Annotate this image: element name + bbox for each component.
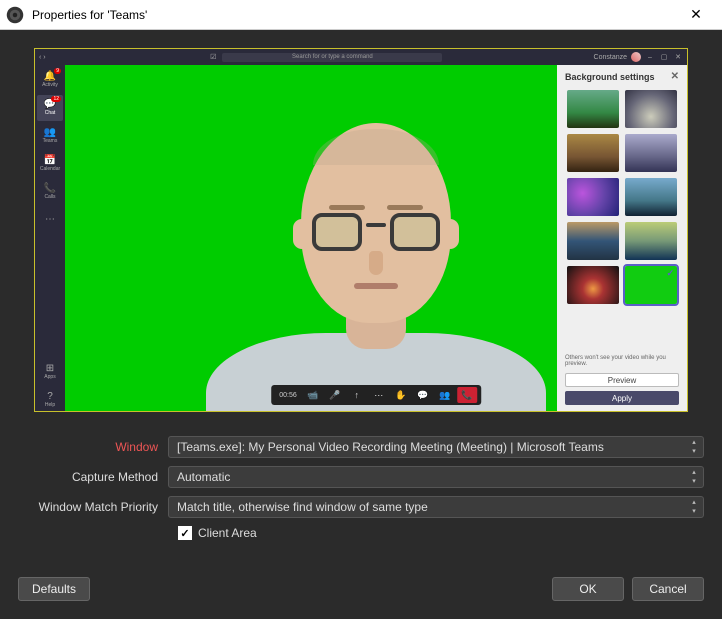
window-value: [Teams.exe]: My Personal Video Recording… [177, 440, 604, 454]
client-area-label: Client Area [198, 526, 257, 540]
client-area-checkbox[interactable]: ✓ [178, 526, 192, 540]
defaults-button[interactable]: Defaults [18, 577, 90, 601]
rail-calls[interactable]: 📞Calls [37, 179, 63, 205]
bg-option-3[interactable] [625, 134, 677, 172]
bg-option-8[interactable] [567, 266, 619, 304]
rail-help[interactable]: ?Help [37, 387, 63, 412]
teams-search-input[interactable]: Search for or type a command [222, 53, 442, 62]
share-icon[interactable]: ↑ [347, 387, 367, 403]
obs-icon [6, 6, 24, 24]
avatar[interactable] [631, 52, 641, 62]
window-select[interactable]: [Teams.exe]: My Personal Video Recording… [168, 436, 704, 458]
people-icon[interactable]: 👥 [435, 387, 455, 403]
priority-select[interactable]: Match title, otherwise find window of sa… [168, 496, 704, 518]
capture-label: Capture Method [18, 470, 168, 484]
background-settings-panel: Background settings ✕ [557, 65, 687, 412]
teams-back-icon[interactable]: ‹ › [39, 54, 59, 61]
maximize-icon[interactable]: ▢ [659, 52, 669, 62]
teams-new-icon[interactable]: ☑ [210, 53, 216, 61]
bg-note: Others won't see your video while you pr… [557, 355, 687, 371]
video-area: 00:56 📹 🎤 ↑ ⋯ ✋ 💬 👥 📞 ☖ Background setti… [65, 65, 687, 412]
window-close-icon[interactable]: ✕ [673, 52, 683, 62]
dialog-body: ‹ › ☑ Search for or type a command Const… [0, 30, 722, 619]
bg-option-7[interactable] [625, 222, 677, 260]
spinner-icon[interactable]: ▴▾ [687, 468, 701, 486]
bg-panel-title: Background settings [565, 72, 655, 82]
cancel-button[interactable]: Cancel [632, 577, 704, 601]
minimize-icon[interactable]: – [645, 52, 655, 62]
rail-more[interactable]: ⋯ [37, 207, 63, 233]
dialog-title: Properties for 'Teams' [32, 8, 676, 22]
raise-hand-icon[interactable]: ✋ [391, 387, 411, 403]
capture-value: Automatic [177, 470, 230, 484]
bg-option-4[interactable] [567, 178, 619, 216]
more-icon[interactable]: ⋯ [369, 387, 389, 403]
capture-preview: ‹ › ☑ Search for or type a command Const… [34, 48, 688, 412]
bg-option-9-selected[interactable] [625, 266, 677, 304]
capture-select[interactable]: Automatic ▴▾ [168, 466, 704, 488]
meeting-time: 00:56 [275, 387, 301, 403]
spinner-icon[interactable]: ▴▾ [687, 498, 701, 516]
rail-apps[interactable]: ⊞Apps [37, 359, 63, 385]
close-button[interactable]: ✕ [676, 1, 716, 29]
meeting-controls: 00:56 📹 🎤 ↑ ⋯ ✋ 💬 👥 📞 [271, 385, 481, 405]
dialog-buttons: Defaults OK Cancel [18, 577, 704, 601]
rail-calendar[interactable]: 📅Calendar [37, 151, 63, 177]
priority-label: Window Match Priority [18, 500, 168, 514]
bg-apply-button[interactable]: Apply [565, 391, 679, 405]
rail-activity[interactable]: 🔔Activity9 [37, 67, 63, 93]
bg-option-0[interactable] [567, 90, 619, 128]
mic-icon[interactable]: 🎤 [325, 387, 345, 403]
bg-option-1[interactable] [625, 90, 677, 128]
spinner-icon[interactable]: ▴▾ [687, 438, 701, 456]
bg-panel-close-icon[interactable]: ✕ [671, 71, 679, 82]
titlebar: Properties for 'Teams' ✕ [0, 0, 722, 30]
bg-option-2[interactable] [567, 134, 619, 172]
teams-rail: 🔔Activity9 💬Chat12 👥Teams 📅Calendar 📞Cal… [35, 65, 65, 412]
bg-option-5[interactable] [625, 178, 677, 216]
bg-option-6[interactable] [567, 222, 619, 260]
teams-titlebar: ‹ › ☑ Search for or type a command Const… [35, 49, 687, 65]
chat-icon[interactable]: 💬 [413, 387, 433, 403]
ok-button[interactable]: OK [552, 577, 624, 601]
hangup-icon[interactable]: 📞 [457, 387, 477, 403]
bg-preview-button[interactable]: Preview [565, 373, 679, 387]
priority-value: Match title, otherwise find window of sa… [177, 500, 428, 514]
window-label: Window [18, 440, 168, 454]
person-green-screen [196, 83, 556, 412]
camera-icon[interactable]: 📹 [303, 387, 323, 403]
teams-username: Constanze [594, 54, 627, 61]
form: Window [Teams.exe]: My Personal Video Re… [18, 436, 704, 540]
rail-chat[interactable]: 💬Chat12 [37, 95, 63, 121]
rail-teams[interactable]: 👥Teams [37, 123, 63, 149]
